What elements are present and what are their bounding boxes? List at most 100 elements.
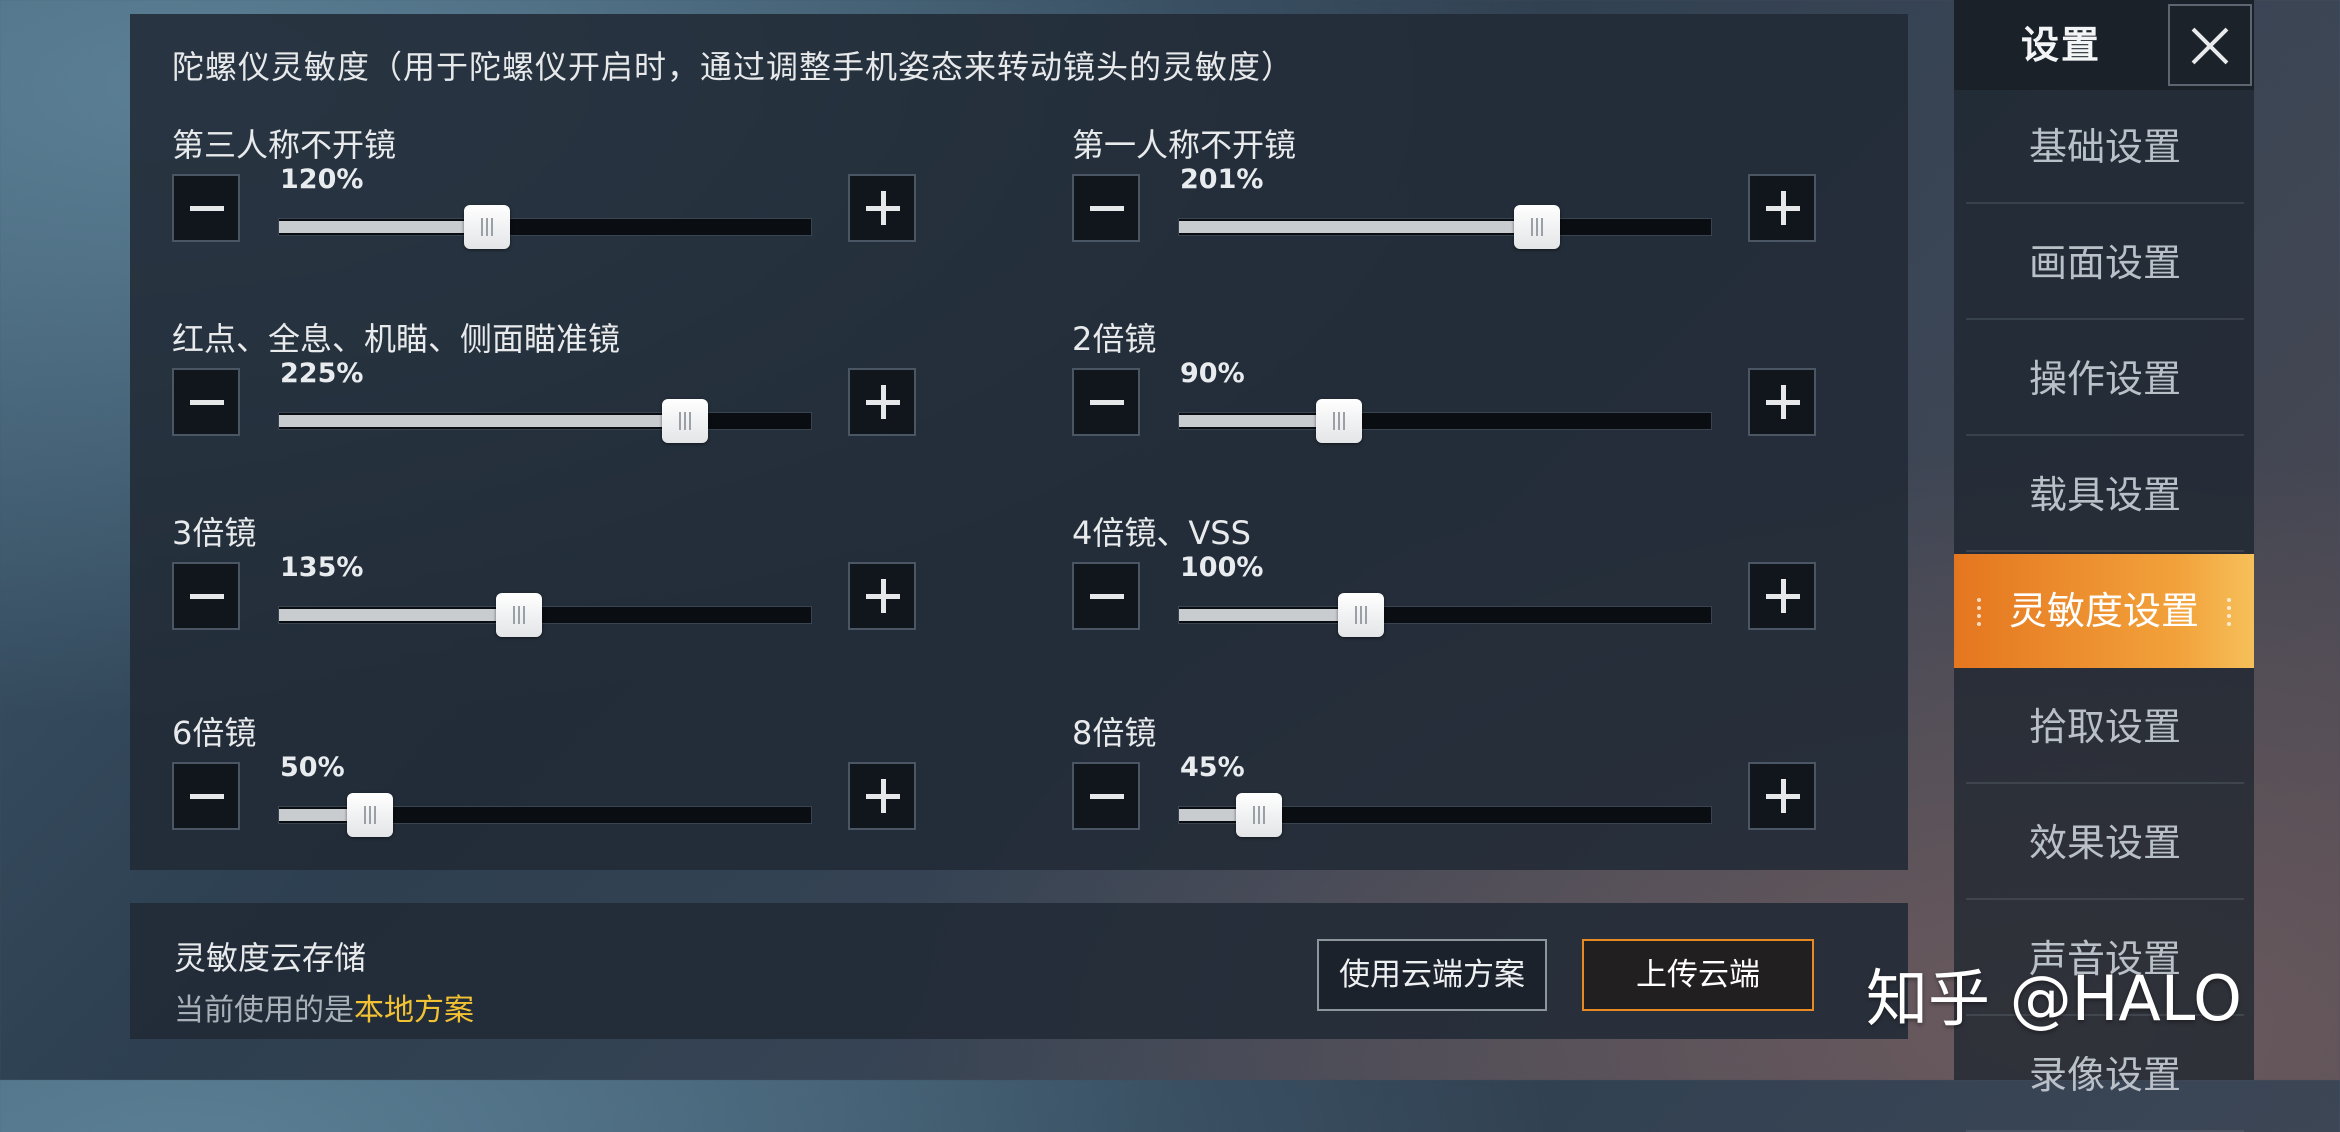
grip-line	[1531, 218, 1533, 236]
grip-line	[491, 218, 493, 236]
grip-line	[374, 806, 376, 824]
decrease-button[interactable]	[172, 762, 240, 830]
sensitivity-setting: 4倍镜、VSS 100%	[1030, 508, 1816, 688]
decrease-button[interactable]	[1072, 562, 1140, 630]
decrease-button[interactable]	[1072, 368, 1140, 436]
sensitivity-slider[interactable]	[278, 399, 812, 443]
slider-thumb[interactable]	[1338, 593, 1384, 637]
decrease-button[interactable]	[1072, 174, 1140, 242]
grip-line	[679, 412, 681, 430]
plus-icon-stroke	[1781, 191, 1786, 225]
sidebar-item-label: 基础设置	[2028, 125, 2181, 169]
sidebar-item[interactable]: 基础设置	[1966, 90, 2244, 204]
grip-line	[518, 606, 520, 624]
setting-label: 红点、全息、机瞄、侧面瞄准镜	[172, 320, 621, 358]
minus-icon	[190, 400, 224, 405]
sidebar-item-label: 拾取设置	[2028, 705, 2181, 749]
decrease-button[interactable]	[172, 174, 240, 242]
slider-thumb[interactable]	[1514, 205, 1560, 249]
setting-label: 第一人称不开镜	[1072, 126, 1297, 164]
setting-value: 135%	[280, 552, 364, 583]
grip-dots-icon	[1976, 596, 1982, 626]
cloud-status-value: 本地方案	[354, 993, 474, 1028]
gyro-sensitivity-panel: 陀螺仪灵敏度（用于陀螺仪开启时，通过调整手机姿态来转动镜头的灵敏度） 第三人称不…	[130, 14, 1908, 870]
sidebar-item[interactable]: 效果设置	[1966, 786, 2244, 900]
increase-button[interactable]	[1748, 762, 1816, 830]
setting-label: 第三人称不开镜	[172, 126, 397, 164]
sensitivity-slider[interactable]	[1178, 205, 1712, 249]
sidebar-item[interactable]: 载具设置	[1966, 438, 2244, 552]
increase-button[interactable]	[848, 562, 916, 630]
grip-line	[523, 606, 525, 624]
settings-title: 设置	[2020, 23, 2101, 67]
grip-line	[1360, 606, 1362, 624]
decrease-button[interactable]	[1072, 762, 1140, 830]
slider-fill	[1179, 221, 1537, 233]
minus-icon	[1090, 794, 1124, 799]
grip-line	[1333, 412, 1335, 430]
slider-fill	[279, 221, 487, 233]
sidebar-item[interactable]: 拾取设置	[1966, 670, 2244, 784]
sensitivity-slider[interactable]	[278, 793, 812, 837]
sidebar-item-label: 效果设置	[2028, 821, 2181, 865]
sensitivity-slider[interactable]	[1178, 399, 1712, 443]
grip-line	[364, 806, 366, 824]
increase-button[interactable]	[848, 174, 916, 242]
cloud-storage-status: 当前使用的是本地方案	[174, 985, 474, 1029]
slider-thumb[interactable]	[1236, 793, 1282, 837]
minus-icon	[1090, 206, 1124, 211]
upload-cloud-button[interactable]: 上传云端	[1582, 939, 1814, 1011]
grip-line	[684, 412, 686, 430]
grip-line	[1253, 806, 1255, 824]
grip-line	[1541, 218, 1543, 236]
cloud-storage-title: 灵敏度云存储	[174, 939, 367, 977]
setting-value: 201%	[1180, 164, 1264, 195]
sensitivity-setting: 第一人称不开镜 201%	[1030, 120, 1816, 300]
slider-fill	[279, 609, 519, 621]
sidebar-item-label: 画面设置	[2028, 241, 2181, 285]
setting-value: 90%	[1180, 358, 1245, 389]
setting-value: 100%	[1180, 552, 1264, 583]
slider-thumb[interactable]	[347, 793, 393, 837]
setting-label: 2倍镜	[1072, 320, 1157, 358]
grip-line	[1355, 606, 1357, 624]
sensitivity-slider[interactable]	[278, 593, 812, 637]
sensitivity-slider[interactable]	[1178, 793, 1712, 837]
sidebar-item[interactable]: 操作设置	[1966, 322, 2244, 436]
increase-button[interactable]	[848, 762, 916, 830]
grip-dots-icon	[2226, 596, 2232, 626]
sidebar-item[interactable]: 画面设置	[1966, 206, 2244, 320]
decrease-button[interactable]	[172, 368, 240, 436]
close-button[interactable]	[2168, 4, 2252, 86]
slider-thumb[interactable]	[662, 399, 708, 443]
sidebar-item-label: 录像设置	[2028, 1053, 2181, 1097]
decrease-button[interactable]	[172, 562, 240, 630]
setting-value: 45%	[1180, 752, 1245, 783]
slider-thumb[interactable]	[1316, 399, 1362, 443]
use-cloud-button[interactable]: 使用云端方案	[1317, 939, 1547, 1011]
cloud-storage-panel: 灵敏度云存储 当前使用的是本地方案 使用云端方案 上传云端	[130, 903, 1908, 1039]
watermark: 知乎 @HALO	[1866, 962, 2242, 1035]
plus-icon-stroke	[1781, 779, 1786, 813]
minus-icon	[190, 794, 224, 799]
grip-line	[1338, 412, 1340, 430]
increase-button[interactable]	[1748, 174, 1816, 242]
plus-icon-stroke	[1781, 385, 1786, 419]
grip-line	[1258, 806, 1260, 824]
increase-button[interactable]	[1748, 368, 1816, 436]
sensitivity-setting: 6倍镜 50%	[130, 708, 916, 888]
setting-label: 8倍镜	[1072, 714, 1157, 752]
slider-thumb[interactable]	[464, 205, 510, 249]
plus-icon-stroke	[881, 579, 886, 613]
slider-thumb[interactable]	[496, 593, 542, 637]
sensitivity-slider[interactable]	[278, 205, 812, 249]
sensitivity-slider[interactable]	[1178, 593, 1712, 637]
sensitivity-setting: 红点、全息、机瞄、侧面瞄准镜 225%	[130, 314, 916, 494]
minus-icon	[1090, 594, 1124, 599]
sensitivity-setting: 3倍镜 135%	[130, 508, 916, 688]
increase-button[interactable]	[848, 368, 916, 436]
increase-button[interactable]	[1748, 562, 1816, 630]
sidebar-item[interactable]: 灵敏度设置	[1954, 554, 2254, 668]
sidebar-item-label: 操作设置	[2028, 357, 2181, 401]
grip-line	[1365, 606, 1367, 624]
